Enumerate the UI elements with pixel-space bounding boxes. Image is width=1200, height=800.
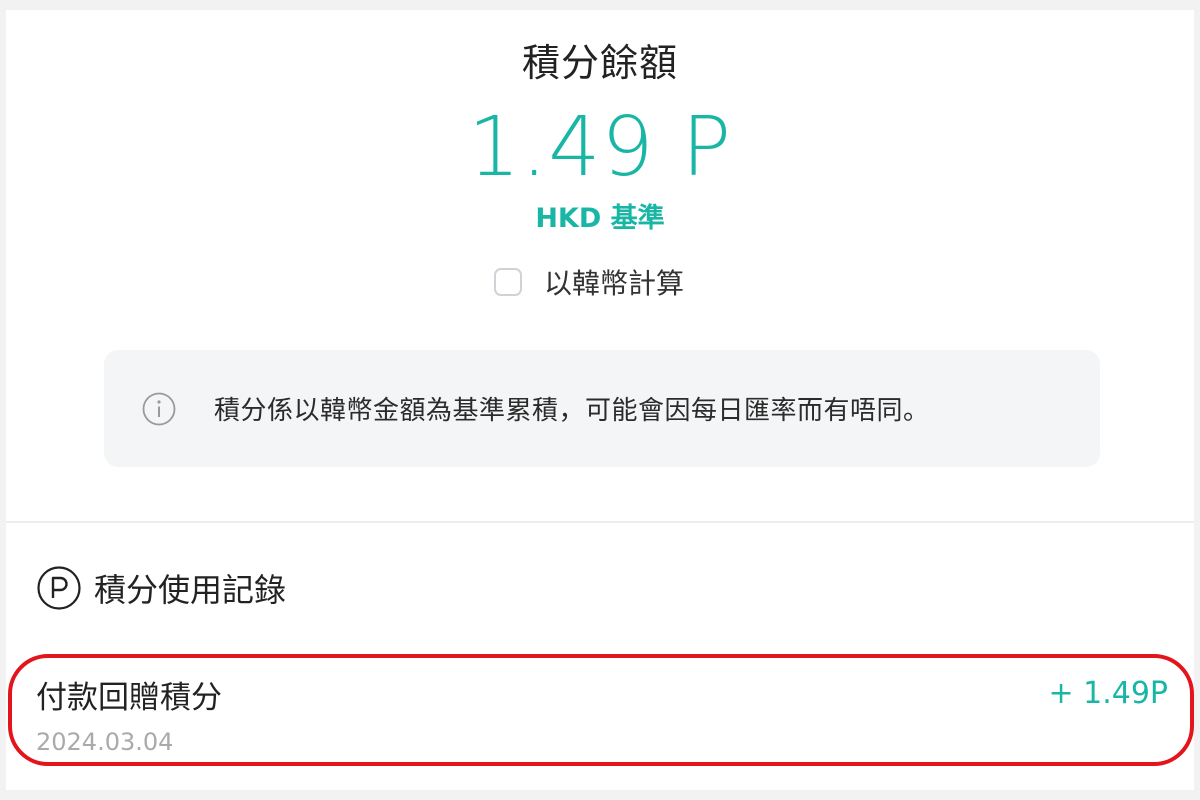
krw-checkbox[interactable]: [494, 268, 522, 296]
exchange-notice: 積分係以韓幣金額為基準累積，可能會因每日匯率而有唔同。: [104, 350, 1100, 467]
page-title: 積分餘額: [521, 41, 678, 85]
record-date: 2024.03.04: [36, 728, 174, 756]
record-title: 付款回贈積分: [36, 680, 222, 716]
info-icon: [142, 392, 176, 426]
points-history-label: 積分使用記錄: [94, 571, 287, 609]
record-amount: + 1.49P: [1048, 676, 1168, 711]
points-history-header: 積分使用記錄: [36, 565, 286, 611]
history-record[interactable]: 付款回贈積分 + 1.49P 2024.03.04: [8, 654, 1194, 766]
krw-toggle[interactable]: 以韓幣計算: [494, 262, 684, 302]
points-p-icon: [36, 565, 82, 611]
currency-basis: HKD 基準: [535, 203, 665, 234]
points-balance-screen: 積分餘額 1.49 P HKD 基準 以韓幣計算 積分係以韓幣金額為基準累積，可…: [6, 10, 1194, 790]
notice-text: 積分係以韓幣金額為基準累積，可能會因每日匯率而有唔同。: [214, 396, 930, 426]
points-amount: 1.49 P: [467, 100, 733, 195]
section-divider: [6, 521, 1194, 523]
krw-toggle-label: 以韓幣計算: [544, 267, 685, 300]
